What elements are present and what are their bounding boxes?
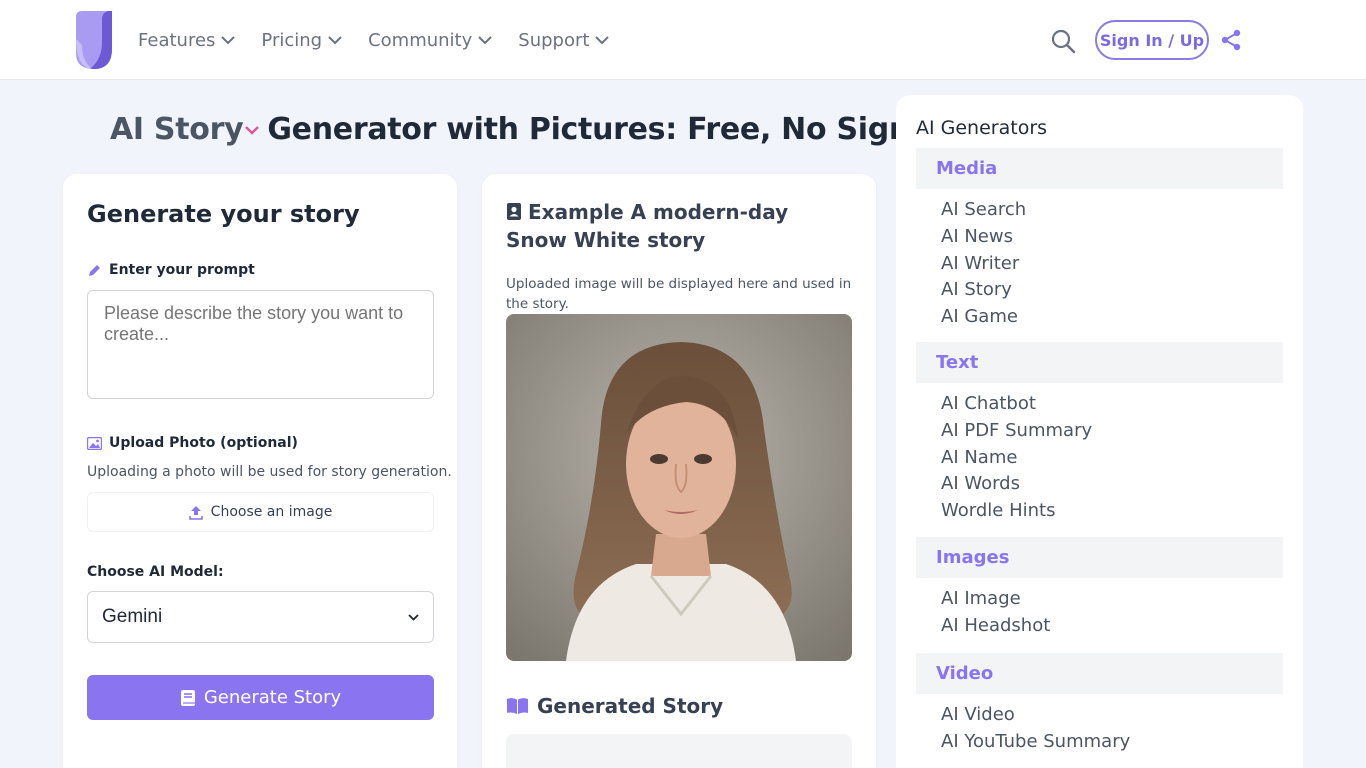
sidebar-section-heading: Text — [916, 342, 1283, 383]
sidebar-link-ai-image[interactable]: AI Image — [941, 586, 1283, 613]
chevron-down-icon — [328, 35, 342, 44]
prompt-label-text: Enter your prompt — [109, 262, 255, 278]
sidebar-link-ai-news[interactable]: AI News — [941, 224, 1283, 251]
model-label: Choose AI Model: — [87, 564, 224, 580]
sidebar-link-ai-game[interactable]: AI Game — [941, 304, 1283, 331]
chevron-down-icon — [478, 35, 492, 44]
nav-support[interactable]: Support — [518, 29, 610, 51]
sidebar-link-ai-words[interactable]: AI Words — [941, 471, 1283, 498]
generated-story-box — [506, 734, 852, 768]
sidebar-section-text: Text AI Chatbot AI PDF Summary AI Name A… — [916, 342, 1283, 525]
address-book-icon — [507, 203, 521, 220]
sidebar-section-video: Video AI Video AI YouTube Summary — [916, 653, 1283, 756]
choose-image-button[interactable]: Choose an image — [87, 492, 434, 532]
nav-community[interactable]: Community — [368, 30, 492, 51]
sidebar-link-ai-video[interactable]: AI Video — [941, 702, 1283, 729]
sidebar-link-ai-writer[interactable]: AI Writer — [941, 251, 1283, 278]
sidebar-section-heading: Images — [916, 537, 1283, 578]
site-logo[interactable] — [72, 9, 114, 71]
sidebar-title: AI Generators — [916, 117, 1048, 139]
nav-features[interactable]: Features — [138, 29, 236, 51]
upload-icon — [188, 505, 203, 520]
example-title-text: Example A modern-day Snow White story — [506, 200, 789, 252]
generator-heading: Generate your story — [87, 200, 360, 228]
generated-story-heading: Generated Story — [506, 694, 723, 718]
main-nav: Features Pricing Community Support — [138, 0, 635, 80]
choose-image-label: Choose an image — [210, 504, 333, 520]
generator-card: Generate your story Enter your prompt Up… — [63, 174, 457, 768]
nav-features-label: Features — [138, 29, 216, 51]
sidebar-link-ai-headshot[interactable]: AI Headshot — [941, 613, 1283, 640]
page-title-rest: Generator with Pictures: Free, No Signup — [267, 112, 953, 147]
top-navbar: Features Pricing Community Support Sign … — [0, 0, 1366, 80]
example-title: Example A modern-day Snow White story — [506, 198, 846, 254]
pencil-icon — [89, 264, 100, 276]
chevron-down-icon — [221, 35, 236, 44]
sidebar-link-ai-youtube-summary[interactable]: AI YouTube Summary — [941, 729, 1283, 756]
upload-label-text: Upload Photo (optional) — [109, 435, 298, 451]
prompt-input[interactable] — [87, 290, 434, 399]
book-icon — [180, 689, 195, 706]
chevron-down-icon — [245, 126, 260, 135]
generated-story-heading-text: Generated Story — [537, 694, 724, 718]
nav-pricing-label: Pricing — [261, 29, 323, 51]
chevron-down-icon — [595, 35, 610, 44]
model-select-value: Gemini — [102, 606, 163, 627]
tool-switcher-label: AI Story — [110, 112, 244, 147]
sidebar-section-heading: Media — [916, 148, 1283, 189]
search-icon[interactable] — [1050, 28, 1076, 54]
sidebar-section-media: Media AI Search AI News AI Writer AI Sto… — [916, 148, 1283, 331]
upload-label: Upload Photo (optional) — [87, 435, 298, 451]
nav-pricing[interactable]: Pricing — [261, 30, 342, 51]
model-select[interactable]: Gemini — [87, 591, 434, 643]
sidebar-section-heading: Video — [916, 653, 1283, 694]
nav-support-label: Support — [518, 29, 590, 51]
example-note: Uploaded image will be displayed here an… — [506, 276, 852, 312]
sidebar-link-wordle-hints[interactable]: Wordle Hints — [941, 498, 1283, 525]
sidebar-link-ai-chatbot[interactable]: AI Chatbot — [941, 391, 1283, 418]
open-book-icon — [507, 698, 528, 714]
example-portrait-image — [506, 314, 852, 661]
page-title: AI Story Generator with Pictures: Free, N… — [110, 112, 953, 147]
nav-community-label: Community — [368, 29, 473, 51]
prompt-label: Enter your prompt — [87, 262, 255, 278]
image-icon — [87, 436, 102, 450]
generate-story-label: Generate Story — [203, 687, 342, 708]
sign-in-button[interactable]: Sign In / Up — [1095, 20, 1209, 60]
chevron-down-icon — [408, 613, 419, 621]
sidebar-link-ai-story[interactable]: AI Story — [941, 277, 1283, 304]
sidebar-section-images: Images AI Image AI Headshot — [916, 537, 1283, 640]
sidebar-link-ai-search[interactable]: AI Search — [941, 197, 1283, 224]
example-card: Example A modern-day Snow White story Up… — [482, 174, 876, 768]
share-icon[interactable] — [1220, 29, 1242, 51]
tool-switcher[interactable]: AI Story — [110, 112, 267, 147]
generate-story-button[interactable]: Generate Story — [87, 675, 434, 720]
sidebar-link-ai-pdf-summary[interactable]: AI PDF Summary — [941, 418, 1283, 445]
sidebar-link-ai-name[interactable]: AI Name — [941, 445, 1283, 472]
ai-generators-sidebar: AI Generators Media AI Search AI News AI… — [896, 95, 1303, 768]
upload-help-text: Uploading a photo will be used for story… — [87, 464, 452, 480]
